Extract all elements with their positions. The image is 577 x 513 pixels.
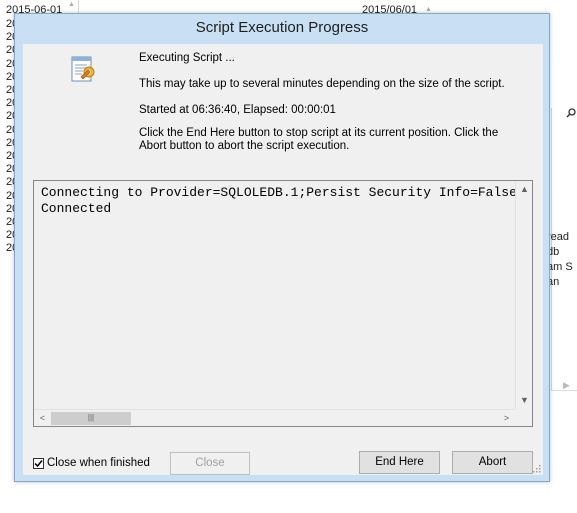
- close-button[interactable]: Close: [170, 452, 250, 475]
- background-caret-icon: ▲: [68, 1, 75, 8]
- search-icon[interactable]: [566, 108, 576, 118]
- info-text: This may take up to several minutes depe…: [139, 78, 505, 90]
- background-divider: [551, 390, 577, 391]
- scroll-left-icon[interactable]: <: [34, 410, 51, 426]
- timing-text: Started at 06:36:40, Elapsed: 00:00:01: [139, 104, 336, 116]
- end-here-button[interactable]: End Here: [359, 451, 440, 474]
- resize-grip-icon[interactable]: [532, 464, 541, 473]
- background-right-text-line: read: [547, 231, 570, 243]
- instruction-text: Click the End Here button to stop script…: [139, 127, 499, 152]
- scroll-right-icon[interactable]: >: [498, 410, 515, 426]
- background-right-text-line: am S: [547, 261, 573, 273]
- close-when-finished-option[interactable]: Close when finished: [33, 457, 150, 469]
- output-log[interactable]: Connecting to Provider=SQLOLEDB.1;Persis…: [41, 185, 517, 217]
- background-caret-icon-2: ▲: [425, 6, 432, 13]
- script-execution-dialog: Script Execution Progress Executing Scri…: [14, 13, 550, 482]
- dialog-client-area: Executing Script ... This may take up to…: [23, 44, 543, 475]
- scroll-up-icon[interactable]: ▲: [516, 181, 532, 198]
- horizontal-scrollbar[interactable]: < ||| >: [34, 409, 515, 426]
- status-text: Executing Script ...: [139, 52, 235, 64]
- output-textbox[interactable]: Connecting to Provider=SQLOLEDB.1;Persis…: [33, 180, 533, 427]
- close-when-finished-label[interactable]: Close when finished: [47, 457, 150, 469]
- dialog-title[interactable]: Script Execution Progress: [15, 14, 549, 42]
- vertical-scrollbar[interactable]: ▲ ▼: [515, 181, 532, 409]
- horizontal-scroll-thumb[interactable]: |||: [51, 412, 131, 425]
- scroll-corner: [515, 409, 532, 426]
- checkmark-icon: [34, 459, 43, 467]
- scroll-down-icon[interactable]: ▼: [516, 392, 532, 409]
- close-when-finished-checkbox[interactable]: [33, 457, 44, 469]
- script-document-icon: [71, 56, 95, 82]
- abort-button[interactable]: Abort: [452, 451, 533, 474]
